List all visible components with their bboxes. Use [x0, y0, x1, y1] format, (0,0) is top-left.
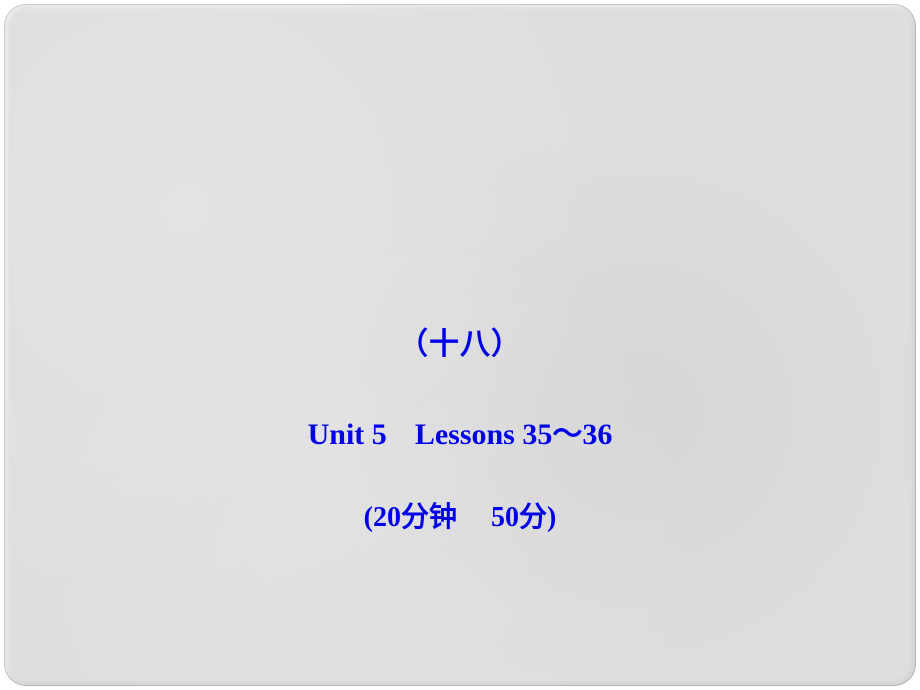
- unit-label: Unit 5: [308, 418, 387, 451]
- chapter-number: （十八）: [308, 319, 613, 363]
- slide-content: （十八） Unit 5 Lessons 35～36 (20分钟 50分): [308, 319, 613, 535]
- duration-label: (20分钟: [364, 502, 457, 533]
- time-score-line: (20分钟 50分): [308, 495, 613, 535]
- slide-frame: （十八） Unit 5 Lessons 35～36 (20分钟 50分): [4, 4, 916, 686]
- score-label: 50分): [491, 502, 556, 533]
- lessons-label: Lessons 35～36: [415, 418, 613, 451]
- unit-lessons-line: Unit 5 Lessons 35～36: [308, 409, 613, 453]
